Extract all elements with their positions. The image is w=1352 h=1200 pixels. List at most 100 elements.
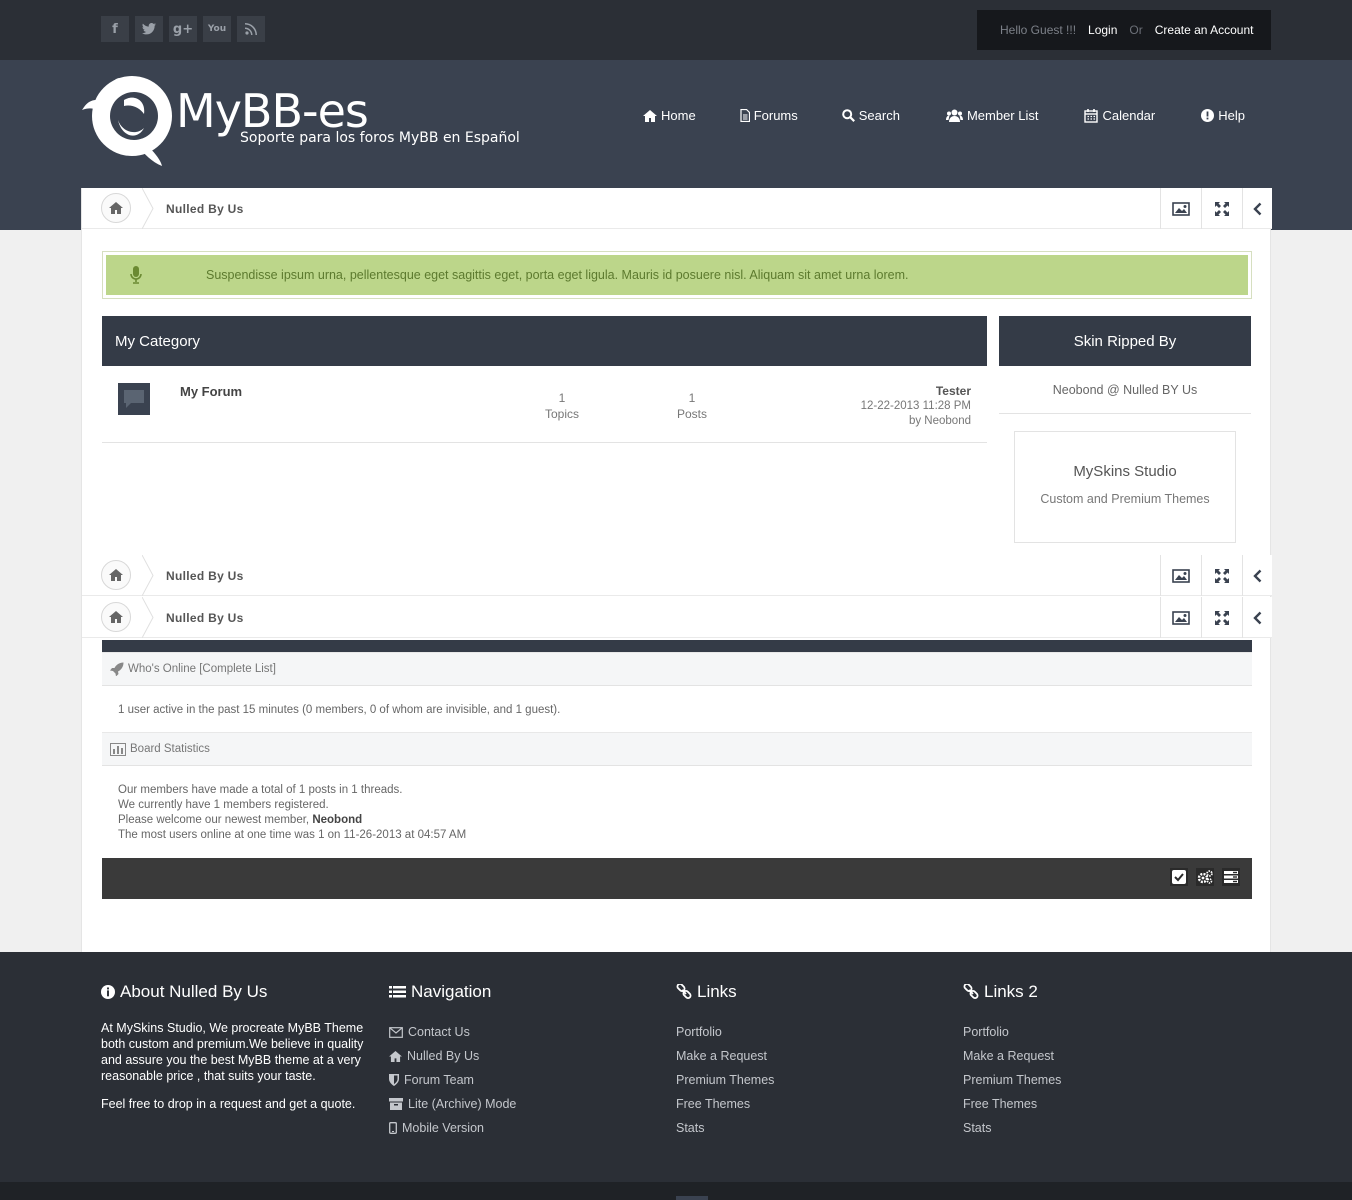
footer-link-stats[interactable]: Stats — [676, 1116, 774, 1140]
youtube-icon[interactable]: You — [203, 16, 231, 42]
footer-links-title: Links — [697, 982, 737, 1001]
breadcrumb-label[interactable]: Nulled By Us — [166, 569, 244, 583]
home-icon — [389, 1050, 402, 1062]
whos-online-header[interactable]: Who's Online [Complete List] — [102, 652, 1252, 686]
bar-chart-icon — [110, 742, 126, 756]
promo-subtitle: Custom and Premium Themes — [1040, 492, 1210, 506]
rss-icon[interactable] — [237, 16, 265, 42]
breadcrumb-separator — [142, 555, 154, 596]
forum-last-post: Tester 12-22-2013 11:28 PM by Neobond — [861, 384, 971, 429]
footer-link2-make-request[interactable]: Make a Request — [963, 1044, 1061, 1068]
checkbox-icon — [1172, 870, 1186, 884]
fullscreen-button[interactable] — [1201, 555, 1242, 596]
footer-nav-lite-mode[interactable]: Lite (Archive) Mode — [389, 1092, 516, 1116]
search-icon — [841, 109, 855, 122]
link-icon — [963, 984, 979, 999]
collapse-sidebar-button[interactable] — [1242, 555, 1272, 596]
or-separator: Or — [1129, 23, 1143, 37]
footer-link-premium-themes[interactable]: Premium Themes — [676, 1068, 774, 1092]
facebook-icon[interactable]: f — [101, 16, 129, 42]
twitter-icon[interactable] — [135, 16, 163, 42]
footer-nav-forum-team[interactable]: Forum Team — [389, 1068, 516, 1092]
nav-forums-label: Forums — [753, 108, 798, 123]
last-post-date: 12-22-2013 11:28 PM — [860, 400, 971, 412]
notice-text: Suspendisse ipsum urna, pellentesque ege… — [206, 268, 909, 282]
site-logo[interactable]: MyBB-es Soporte para los foros MyBB en E… — [82, 70, 522, 166]
nav-home[interactable]: Home — [643, 108, 696, 123]
footer-link2-premium-themes[interactable]: Premium Themes — [963, 1068, 1061, 1092]
google-plus-icon[interactable]: g+ — [169, 16, 197, 42]
footer-links-2: Links 2 Portfolio Make a Request Premium… — [963, 982, 1061, 1140]
footer-about: About Nulled By Us At MySkins Studio, We… — [101, 982, 371, 1112]
nav-member-list-label: Member List — [966, 108, 1039, 123]
footer-link-portfolio[interactable]: Portfolio — [676, 1020, 774, 1044]
footer-links: Links Portfolio Make a Request Premium T… — [676, 982, 774, 1140]
calendar-icon — [1084, 108, 1099, 123]
breadcrumb-home-button[interactable] — [101, 560, 131, 590]
breadcrumb-home-button[interactable] — [101, 602, 131, 632]
login-link[interactable]: Login — [1088, 23, 1117, 37]
expand-icon — [1215, 201, 1229, 216]
mark-read-button[interactable] — [1170, 868, 1188, 886]
footer-nav-nulled-by-us[interactable]: Nulled By Us — [389, 1044, 516, 1068]
microphone-icon — [106, 266, 166, 284]
settings-button[interactable] — [1196, 868, 1214, 886]
footer-link-free-themes[interactable]: Free Themes — [676, 1092, 774, 1116]
nav-help[interactable]: Help — [1201, 108, 1245, 123]
breadcrumb: Nulled By Us — [82, 555, 1272, 596]
image-icon — [1172, 568, 1190, 583]
nav-search[interactable]: Search — [841, 108, 900, 123]
footer-nav-mobile-version[interactable]: Mobile Version — [389, 1116, 516, 1140]
home-icon — [109, 202, 123, 214]
home-icon — [643, 109, 657, 122]
nav-home-label: Home — [661, 108, 696, 123]
nav-forums[interactable]: Forums — [740, 108, 798, 123]
footer-links-2-title: Links 2 — [984, 982, 1038, 1001]
image-toggle-button[interactable] — [1160, 597, 1201, 638]
back-to-top-tab[interactable] — [676, 1196, 708, 1200]
breadcrumb-home-button[interactable] — [101, 193, 131, 223]
board-stats-text: Our members have made a total of 1 posts… — [118, 784, 467, 841]
collapse-sidebar-button[interactable] — [1242, 188, 1272, 229]
forum-name-link[interactable]: My Forum — [180, 384, 242, 399]
fullscreen-button[interactable] — [1201, 597, 1242, 638]
nav-calendar[interactable]: Calendar — [1084, 108, 1155, 123]
footer-link2-stats[interactable]: Stats — [963, 1116, 1061, 1140]
footer-navigation: Navigation Contact Us Nulled By Us Forum… — [389, 982, 516, 1140]
logo-subtitle: Soporte para los foros MyBB en Español — [240, 130, 520, 146]
list-icon — [1224, 871, 1238, 883]
fullscreen-button[interactable] — [1201, 188, 1242, 229]
whos-online-title[interactable]: Who's Online [Complete List] — [128, 663, 276, 675]
footer-about-title: About Nulled By Us — [120, 982, 268, 1001]
image-toggle-button[interactable] — [1160, 188, 1201, 229]
account-panel: Hello Guest !!! Login Or Create an Accou… — [977, 10, 1271, 50]
footer-link-make-request[interactable]: Make a Request — [676, 1044, 774, 1068]
footer-nav-contact-us[interactable]: Contact Us — [389, 1020, 516, 1044]
newest-member-link[interactable]: Neobond — [312, 814, 362, 826]
shield-icon — [389, 1074, 399, 1086]
users-icon — [945, 109, 963, 122]
nav-member-list[interactable]: Member List — [945, 108, 1039, 123]
category-header[interactable]: My Category — [102, 316, 987, 366]
last-post-link[interactable]: Tester — [861, 384, 971, 399]
board-stats-title: Board Statistics — [130, 743, 210, 755]
breadcrumb-tools — [1160, 597, 1272, 638]
logo-title: MyBB-es — [176, 84, 369, 138]
footer-link2-free-themes[interactable]: Free Themes — [963, 1092, 1061, 1116]
breadcrumb-label[interactable]: Nulled By Us — [166, 202, 244, 216]
sidebar-promo-box[interactable]: MySkins Studio Custom and Premium Themes — [1014, 431, 1236, 543]
image-icon — [1172, 610, 1190, 625]
create-account-link[interactable]: Create an Account — [1155, 23, 1254, 37]
breadcrumb-label[interactable]: Nulled By Us — [166, 611, 244, 625]
image-toggle-button[interactable] — [1160, 555, 1201, 596]
info-icon — [101, 985, 115, 999]
collapse-sidebar-button[interactable] — [1242, 597, 1272, 638]
footer-about-cta: Feel free to drop in a request and get a… — [101, 1097, 356, 1111]
site-footer: About Nulled By Us At MySkins Studio, We… — [0, 952, 1352, 1182]
document-icon — [740, 109, 750, 122]
mobile-icon — [389, 1122, 397, 1134]
forum-topics-count: 1 Topics — [544, 391, 579, 421]
list-view-button[interactable] — [1222, 868, 1240, 886]
footer-link2-portfolio[interactable]: Portfolio — [963, 1020, 1061, 1044]
last-post-author[interactable]: by Neobond — [861, 414, 971, 429]
